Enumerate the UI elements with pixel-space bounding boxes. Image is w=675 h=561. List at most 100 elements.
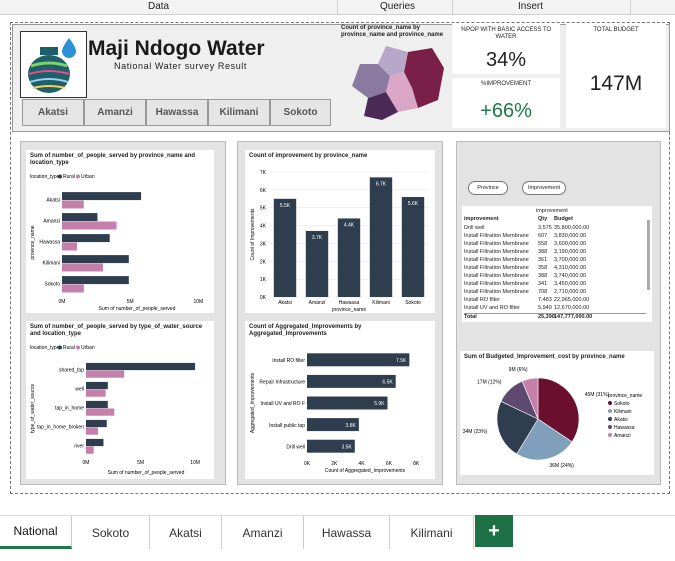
table-row[interactable]: Install Filtration Membrane 388 3,740,000.… [464,273,646,281]
legend-marker-hawassa [608,425,612,429]
sheet-tab-hawassa[interactable]: Hawassa [304,516,390,549]
menu-insert[interactable]: Insert [518,1,543,12]
legend-marker-sokoto [608,401,612,405]
legend-marker-urban [76,174,80,179]
x-tick-2: 4K [359,461,366,467]
province-map[interactable] [346,42,450,122]
table-row[interactable]: Install Filtration Membrane 361 3,700,000.… [464,257,646,265]
sheet-tab-kilimani[interactable]: Kilimani [390,516,474,549]
data-label-4: 5.6K [408,201,419,207]
table-row[interactable]: Total 25,390 147,777,000.00 [464,313,646,322]
table-row[interactable]: Install Filtration Membrane 607 3,830,000.… [464,233,646,241]
legend-label-amanzi: Amanzi [614,433,631,439]
chart-budget-by-province[interactable]: Sum of Budgeted_Improvement_cost by prov… [460,351,654,475]
category-label-2: Hawassa [39,240,60,246]
province-button-hawassa[interactable]: Hawassa [146,99,208,126]
chart-people-by-source[interactable]: Sum of number_of_people_served by type_o… [26,321,214,479]
chart-improvement-by-province[interactable]: Count of improvement by province_name 0K… [245,150,435,313]
x-tick-2: 10M [190,460,200,466]
data-label-0: 7.5K [396,358,407,364]
province-filter-button[interactable]: Province [468,181,508,195]
legend-title: location_type [30,345,60,351]
legend-title: location_type [30,174,60,180]
y-tick-5: 5K [260,206,267,212]
sheet-tab-sokoto[interactable]: Sokoto [72,516,150,549]
bar-rural-2 [86,400,108,409]
table-cell-improvement: Install UV and RO filter [464,305,520,311]
table-cell-improvement: Drill well [464,225,485,231]
improvement-table[interactable]: improvement improvement Qty Budget Drill… [462,206,652,322]
sheet-tab-national[interactable]: National [0,516,72,549]
menu-queries[interactable]: Queries [380,1,415,12]
table-row[interactable]: Install Filtration Membrane 341 3,450,000.… [464,281,646,289]
x-tick-0: 0M [59,299,66,305]
province-button-kilimani[interactable]: Kilimani [208,99,270,126]
data-label-1: 6.5K [382,380,393,386]
kpi-improvement: %IMPROVEMENT +66% [452,78,560,128]
menu-data[interactable]: Data [148,1,169,12]
table-header-improvement: improvement [464,216,499,222]
category-label-4: river [74,443,84,449]
table-row[interactable]: Drill well 3,575 35,800,000.00 [464,225,646,233]
pie-label-0: 45M (31%) [585,392,610,398]
table-cell-budget: 147,777,000.00 [554,314,593,320]
province-button-amanzi[interactable]: Amanzi [84,99,146,126]
x-tick-1: 2K [331,461,338,467]
table-row[interactable]: Install Filtration Membrane 558 3,600,000.… [464,241,646,249]
bar-rural-4 [62,276,129,285]
category-label-0: Akatsi [46,198,60,204]
bar-urban-1 [62,221,117,230]
improvement-filter-button[interactable]: Improvement [522,181,566,195]
legend-label-hawassa: Hawassa [614,425,635,431]
sheet-tab-akatsi[interactable]: Akatsi [150,516,222,549]
bar-urban-3 [86,427,98,435]
legend-label-rural: Rural [63,345,75,351]
add-sheet-button[interactable]: + [475,515,513,547]
table-scrollbar[interactable] [647,220,650,290]
legend-label-rural: Rural [63,174,75,180]
pie-label-2: 34M (23%) [463,429,488,435]
table-cell-qty: 25,390 [538,314,555,320]
bar-urban-2 [86,408,115,416]
bar-rural-1 [86,381,108,390]
table-row[interactable]: Install Filtration Membrane 388 3,190,000.… [464,249,646,257]
table-cell-qty: 708 [538,289,548,295]
sheet-tab-bar: National Sokoto Akatsi Amanzi Hawassa Ki… [0,515,675,550]
bar-sokoto [401,197,425,297]
table-cell-qty: 5,949 [538,305,552,311]
legend-label-sokoto: Sokoto [614,401,630,407]
page-title: Maji Ndogo Water [88,37,265,60]
category-label-1: Amanzi [309,300,326,306]
chart-people-by-province[interactable]: Sum of number_of_people_served by provin… [26,150,214,313]
table-header-qty: Qty [538,216,548,222]
table-cell-qty: 361 [538,257,548,263]
table-cell-budget: 3,600,000.00 [554,241,587,247]
table-row[interactable]: Install Filtration Membrane 358 4,310,000.… [464,265,646,273]
category-label-2: Install UV and RO F [261,401,305,407]
table-cell-improvement: Install RO filter [464,297,501,303]
x-axis-label: province_name [332,307,366,313]
y-tick-2: 2K [260,259,267,265]
data-label-1: 3.7K [312,235,323,241]
y-axis-label: province_name [30,225,36,259]
chart-aggregated-improvements[interactable]: Count of Aggregated_Improvements by Aggr… [245,321,435,479]
table-row[interactable]: Install UV and RO filter 5,949 12,670,000.… [464,305,646,313]
table-header-budget: Budget [554,216,573,222]
kpi-total-budget-label: TOTAL BUDGET [593,27,639,33]
legend-marker-kilimani [608,409,612,413]
kpi-total-budget-value: 147M [589,72,643,95]
province-button-sokoto[interactable]: Sokoto [270,99,331,126]
table-row[interactable]: Install RO filter 7,483 22,965,000.00 [464,297,646,305]
table-row[interactable]: Install Filtration Membrane 708 2,710,000.… [464,289,646,297]
bar-urban-4 [62,284,84,293]
province-button-akatsi[interactable]: Akatsi [22,99,84,126]
table-cell-improvement: Install Filtration Membrane [464,233,529,239]
category-label-4: Drill well [286,444,305,450]
sheet-tab-amanzi[interactable]: Amanzi [222,516,304,549]
y-tick-3: 3K [260,241,267,247]
chart4-svg: 7.5K Install RO filter 6.5K Repair Infrastr… [250,353,420,474]
y-tick-0: 0K [260,295,267,301]
pie-label-3: 17M (12%) [477,379,502,385]
table-cell-qty: 358 [538,265,548,271]
table-cell-qty: 558 [538,241,548,247]
